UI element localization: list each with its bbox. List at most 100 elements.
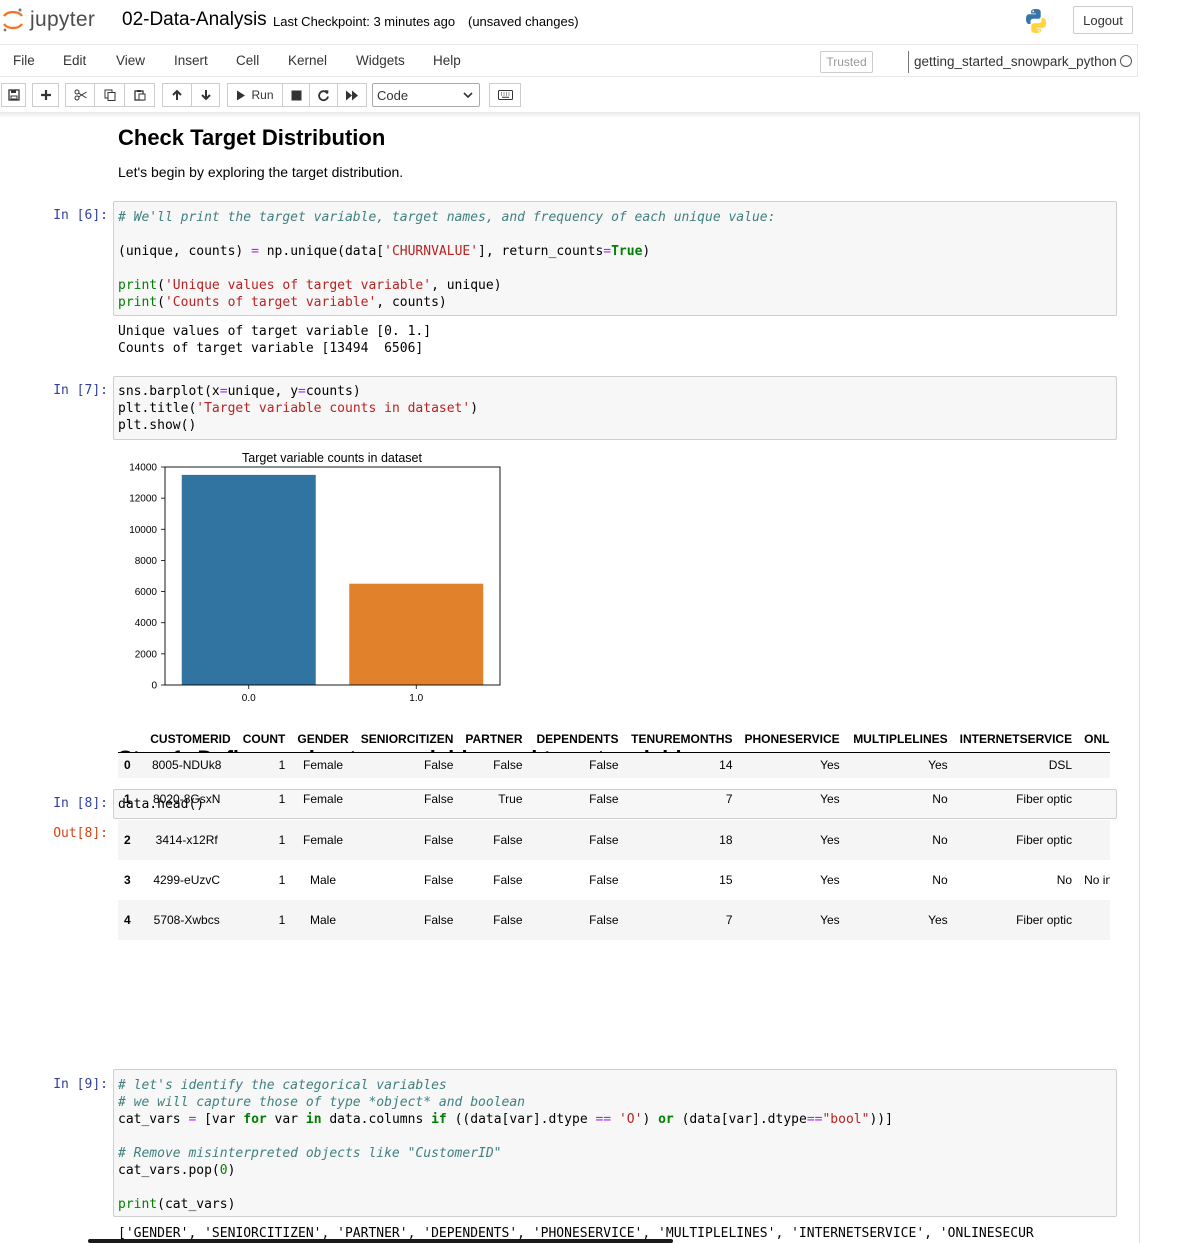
table-cell: False [493,913,523,927]
cell-8-output-prompt: Out[8]: [53,826,108,841]
x-tick-label: 1.0 [409,693,423,704]
row-index: 3 [124,873,131,887]
save-button[interactable] [1,83,26,107]
table-cell: 18 [719,833,733,847]
table-cell: False [424,873,454,887]
table-cell [1078,752,1110,778]
table-cell: Yes [820,873,840,887]
table-cell: Fiber optic [1016,792,1073,806]
table-cell: Yes [820,833,840,847]
stop-icon [291,90,301,100]
move-up-button[interactable] [162,83,192,107]
menu-edit[interactable]: Edit [63,53,86,68]
command-palette-button[interactable] [489,83,521,107]
table-cell: 1 [278,913,286,927]
checkpoint-status: Last Checkpoint: 3 minutes ago [273,14,456,29]
menu-file[interactable]: File [13,53,35,68]
menu-widgets[interactable]: Widgets [356,53,405,68]
row-index: 4 [124,913,131,927]
table-cell: False [589,833,619,847]
table-cell: Female [303,758,344,773]
y-tick-label: 0 [151,681,157,692]
table-cell: False [424,758,454,773]
trusted-indicator[interactable]: Trusted [820,51,873,73]
cut-button[interactable] [65,83,95,107]
kernel-name[interactable]: getting_started_snowpark_python [908,51,1117,73]
table-cell: False [424,792,454,806]
table-row: 2 3414-x12Rf 1 Female False False False 18 Yes No… [118,820,1110,860]
menubar: File Edit View Insert Cell Kernel Widget… [0,44,1138,77]
restart-button[interactable] [309,83,338,107]
table-cell: False [493,833,523,847]
insert-cell-button[interactable] [32,83,59,107]
table-cell: True [498,792,523,806]
jupyter-logo-icon [3,8,23,32]
table-cell: Fiber optic [1016,833,1073,847]
menu-view[interactable]: View [116,53,145,68]
column-header: GENDER [291,726,355,753]
cell-6-input-prompt: In [6]: [53,208,108,223]
copy-button[interactable] [94,83,125,107]
jupyter-logo[interactable]: jupyter [2,6,95,34]
table-cell: No [932,873,948,887]
table-cell: False [589,792,619,806]
column-header: DEPENDENTS [528,726,625,753]
column-header: SENIORCITIZEN [354,726,460,753]
table-cell: 1 [278,873,286,887]
restart-run-all-button[interactable] [337,83,367,107]
cell-9-code-editor[interactable]: # let's identify the categorical variabl… [113,1069,1117,1217]
table-cell: 14 [719,758,733,773]
cell-8-input-prompt: In [8]: [53,796,108,811]
floppy-disk-icon [7,89,20,101]
table-cell: No [932,792,948,806]
table-cell: 1 [278,792,286,806]
table-cell: 1 [278,758,286,773]
arrow-up-icon [172,89,182,100]
arrow-down-icon [200,90,211,101]
logout-button[interactable]: Logout [1073,6,1133,34]
python-logo-icon [1022,7,1050,40]
table-cell [1078,900,1110,940]
markdown-heading-check-target: Check Target Distribution [118,125,386,150]
dataframe-output: CUSTOMERID COUNT GENDER SENIORCITIZEN PARTNE… [118,726,1110,952]
y-tick-label: 8000 [135,556,158,567]
run-button[interactable]: Run [227,83,283,107]
table-cell: 8020-8GsxN [153,792,221,806]
target-distribution-chart: Target variable counts in dataset 0 2000 4… [129,451,501,704]
copy-icon [104,89,115,101]
table-cell: 7 [725,792,733,806]
table-cell: Male [310,873,337,887]
paste-button[interactable] [124,83,155,107]
unsaved-status: (unsaved changes) [468,14,579,29]
table-cell [1078,820,1110,860]
menu-kernel[interactable]: Kernel [288,53,327,68]
chevron-down-icon [463,91,473,98]
cell-9-input-prompt: In [9]: [53,1077,108,1092]
y-tick-label: 10000 [129,525,157,536]
x-tick-label: 0.0 [242,693,256,704]
table-cell: No [1056,873,1073,887]
menu-cell[interactable]: Cell [236,53,259,68]
menu-insert[interactable]: Insert [174,53,208,68]
cell-6-code-editor[interactable]: # We'll print the target variable, targe… [113,201,1117,316]
toolbar: Run Code [0,80,1140,110]
keyboard-icon [497,90,513,100]
table-row: 1 8020-8GsxN 1 Female False True False 7 Yes No Fi… [118,778,1110,820]
menu-help[interactable]: Help [433,53,461,68]
column-header: MULTIPLELINES [845,726,954,753]
column-header: PHONESERVICE [738,726,846,753]
cell-type-select[interactable]: Code [372,83,480,107]
interrupt-button[interactable] [282,83,310,107]
table-cell: Yes [820,913,840,927]
table-cell: Male [310,913,337,927]
chart-bar-0 [181,474,316,685]
chart-bar-1 [349,583,484,685]
fast-forward-icon [346,90,358,100]
horizontal-scrollbar[interactable] [88,1239,673,1243]
table-cell: 1 [278,833,286,847]
notebook-title[interactable]: 02-Data-Analysis [122,9,267,31]
move-down-button[interactable] [191,83,220,107]
column-header: INTERNETSERVICE [953,726,1079,753]
y-tick-label: 12000 [129,494,157,505]
markdown-text: Let's begin by exploring the target dist… [118,164,404,180]
